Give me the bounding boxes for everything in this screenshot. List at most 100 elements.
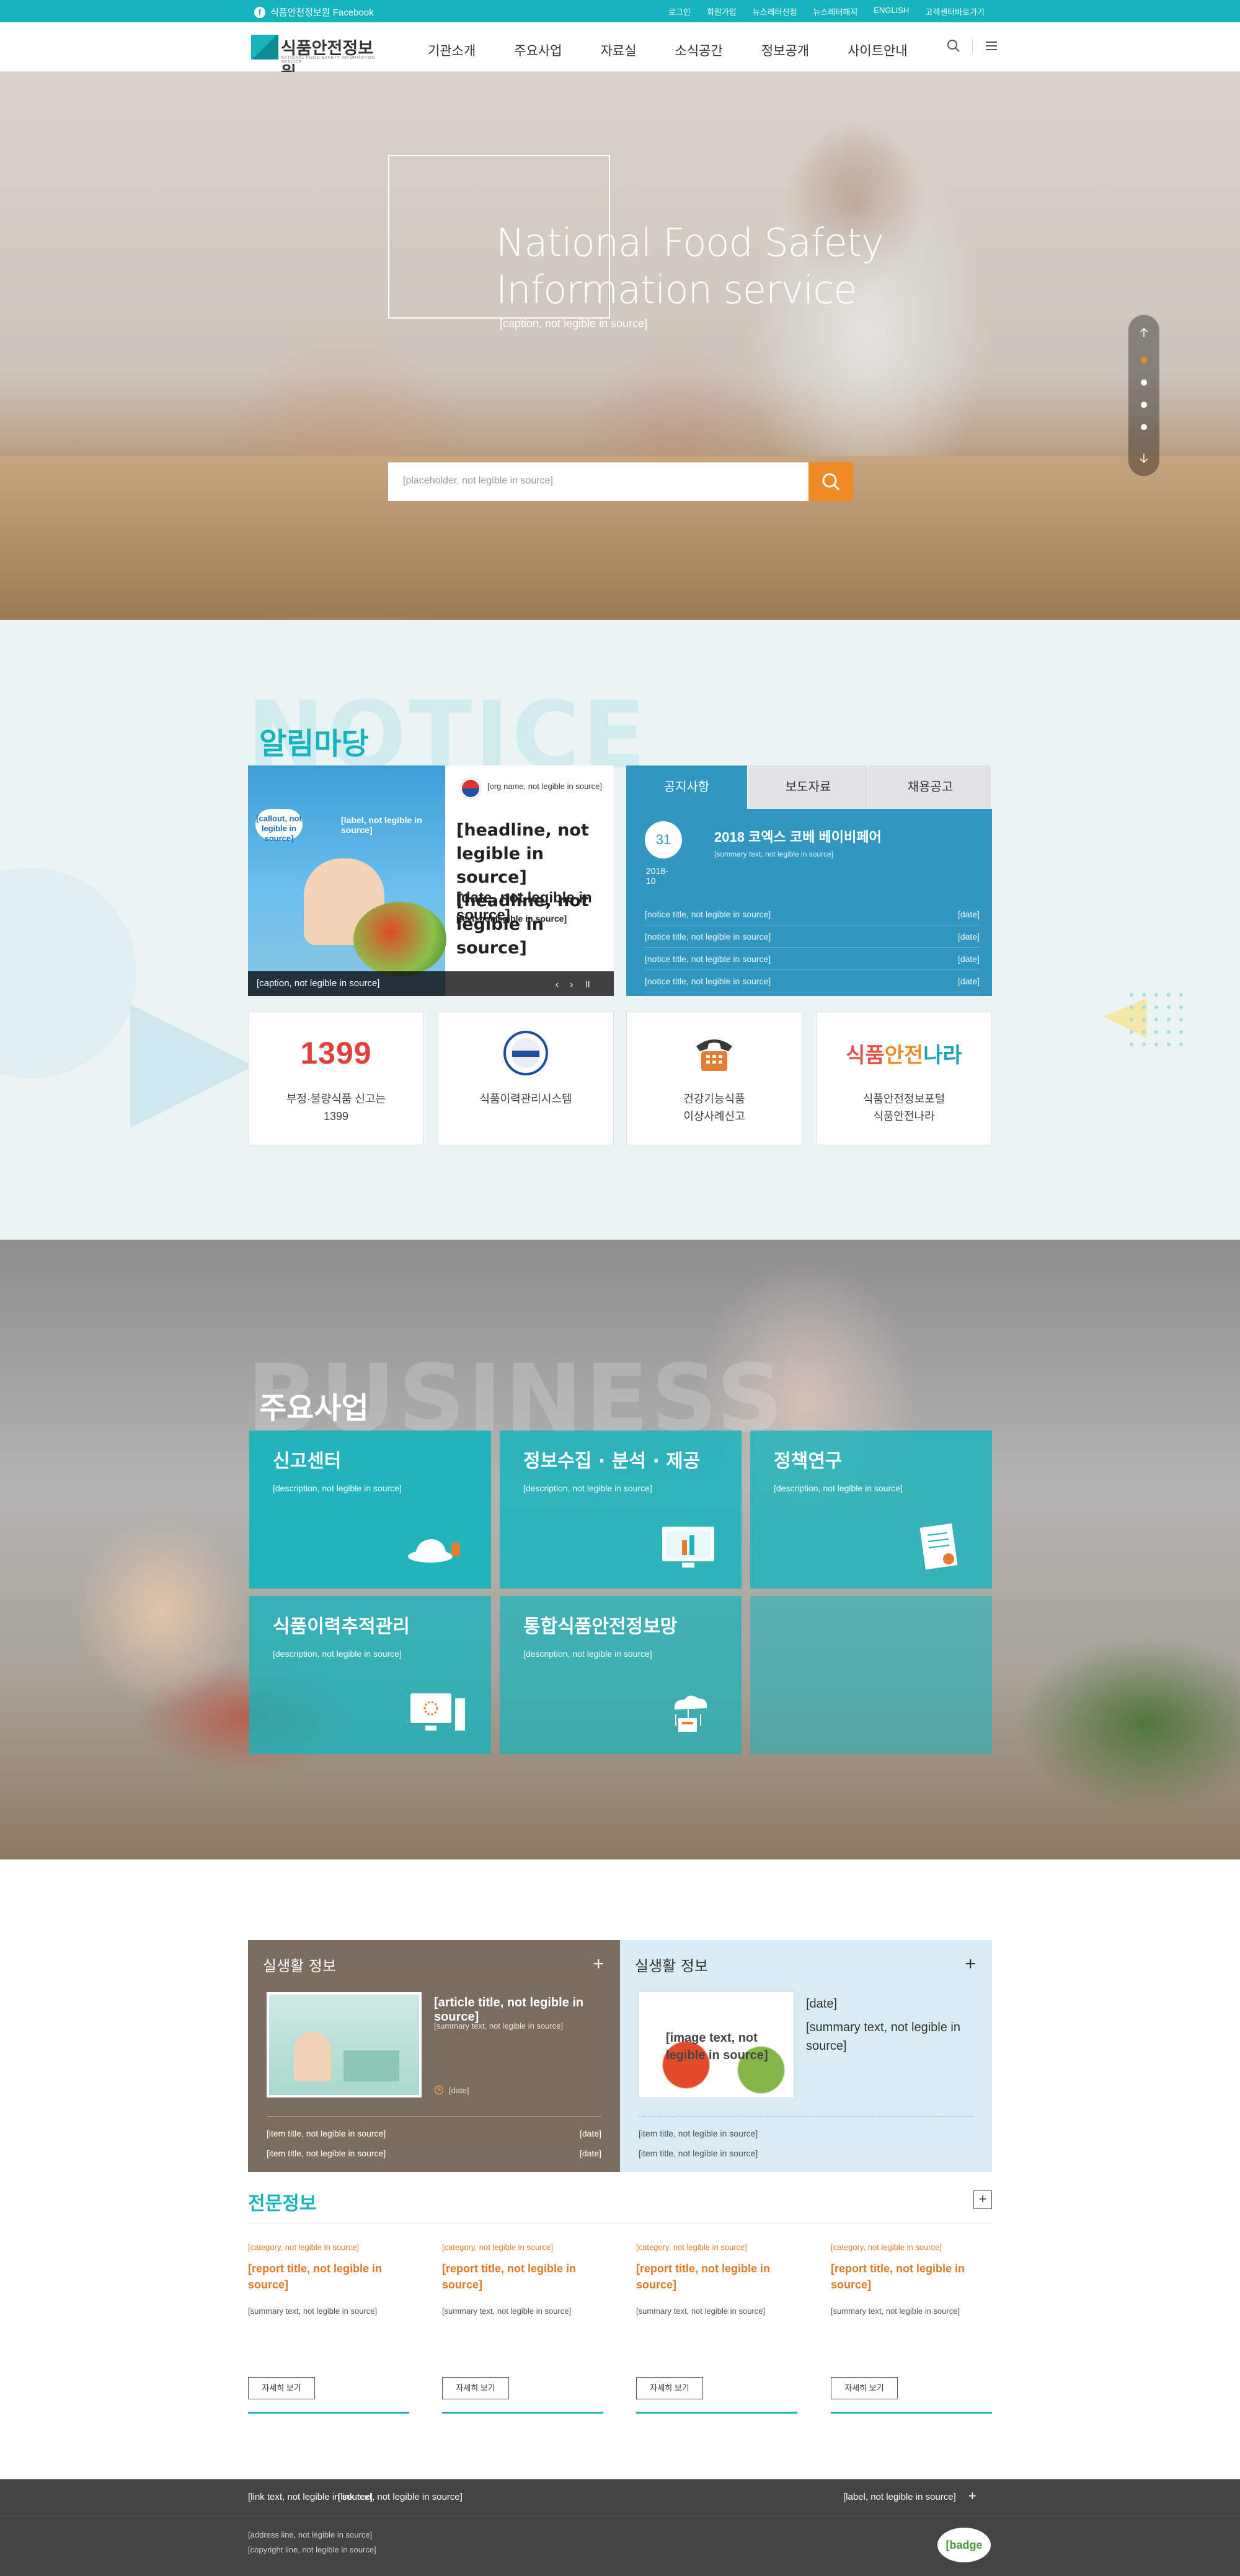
life-thumbnail-2[interactable]: [image text, not legible in source] — [639, 1992, 794, 2097]
business-card-policy[interactable]: 정책연구 [description, not legible in source… — [750, 1431, 992, 1589]
expert-col-4: [category, not legible in source] [repor… — [831, 2243, 992, 2414]
header-divider — [972, 39, 973, 53]
business-card-report-center[interactable]: 신고센터 [description, not legible in source… — [249, 1431, 491, 1589]
prev-arrow-icon[interactable]: ‹ — [556, 979, 570, 990]
expert-item-title[interactable]: [report title, not legible in source] — [636, 2261, 797, 2294]
list-item[interactable]: [item title, not legible in source] — [639, 2128, 758, 2138]
notice-item-date: [date] — [957, 953, 980, 964]
card-desc: [description, not legible in source] — [774, 1483, 903, 1493]
list-item[interactable]: [notice title, not legible in source] [da… — [645, 925, 980, 948]
search-icon[interactable] — [946, 38, 961, 53]
related-sites-select[interactable]: [label, not legible in source] — [843, 2492, 956, 2502]
nav-about[interactable]: 기관소개 — [428, 41, 476, 60]
pause-icon[interactable]: ॥ — [584, 979, 601, 990]
featured-month: 2018-10 — [646, 866, 668, 886]
more-button[interactable]: 자세히 보기 — [831, 2377, 898, 2399]
search-button[interactable] — [808, 462, 853, 501]
card-title: 신고센터 — [273, 1450, 342, 1472]
card-desc: [description, not legible in source] — [273, 1649, 402, 1659]
plus-icon[interactable]: + — [968, 2488, 976, 2504]
banner-caption-bar: [caption, not legible in source] ‹›॥ — [248, 971, 614, 996]
site-logo[interactable]: 식품안전정보원 NATIONAL FOOD SAFETY INFORMATION… — [251, 32, 388, 82]
life2-desc: [summary text, not legible in source] — [806, 2021, 960, 2053]
traceability-logo-icon — [438, 1030, 613, 1077]
hero-search[interactable]: [placeholder, not legible in source] — [388, 462, 853, 501]
menu-icon[interactable] — [984, 38, 999, 53]
more-button[interactable]: 자세히 보기 — [636, 2377, 703, 2399]
footer-link-report[interactable]: [link text, not legible in source] — [338, 2492, 463, 2502]
hero-banner: National Food Safety Information service… — [0, 72, 1240, 620]
nav-business[interactable]: 주요사업 — [514, 41, 562, 60]
notice-item-date: [date] — [957, 931, 980, 942]
business-card-traceability[interactable]: 식품이력추적관리 [description, not legible in so… — [249, 1596, 491, 1754]
more-button[interactable]: 자세히 보기 — [248, 2377, 315, 2399]
divider — [639, 2116, 973, 2117]
more-plus-icon[interactable]: + — [965, 1954, 976, 1975]
banner-controls: ‹›॥ — [556, 977, 601, 990]
nav-archive[interactable]: 자료실 — [601, 41, 637, 60]
pager-dot-3[interactable] — [1141, 402, 1147, 408]
quick-link-foodsafety-korea[interactable]: 식품안전나라 식품안전정보포털 식품안전나라 — [816, 1012, 992, 1145]
tab-recruit[interactable]: 채용공고 — [869, 765, 992, 809]
english-link[interactable]: ENGLISH — [874, 6, 909, 17]
expert-category: [category, not legible in source] — [636, 2243, 747, 2252]
banner-bubble: [callout, not legible in source] — [255, 809, 303, 843]
banner-vegetables — [353, 902, 446, 976]
nav-news[interactable]: 소식공간 — [675, 41, 723, 60]
login-link[interactable]: 로그인 — [668, 6, 691, 17]
list-item[interactable]: [notice title, not legible in source] [da… — [645, 903, 980, 925]
business-title: 주요사업 — [259, 1391, 369, 1426]
banner-desc: [text, not legible in source] — [456, 914, 567, 924]
quick-link-health-report[interactable]: 건강기능식품 이상사례신고 — [626, 1012, 802, 1145]
join-link[interactable]: 회원가입 — [707, 6, 737, 17]
list-item[interactable]: [item title, not legible in source] — [639, 2148, 758, 2158]
next-arrow-icon[interactable]: › — [570, 979, 584, 990]
life-thumbnail[interactable] — [267, 1992, 422, 2097]
expert-item-title[interactable]: [report title, not legible in source] — [248, 2261, 409, 2294]
nav-disclosure[interactable]: 정보공개 — [761, 41, 809, 60]
arrow-up-icon[interactable] — [1137, 326, 1151, 340]
pager-dot-1[interactable] — [1141, 357, 1147, 363]
life-info-title-2: 실생활 정보 — [635, 1957, 709, 1975]
more-button[interactable]: 자세히 보기 — [442, 2377, 509, 2399]
newsletter-unsubscribe-link[interactable]: 뉴스레터해지 — [813, 6, 857, 17]
business-card-info-collect[interactable]: 정보수집 · 분석 · 제공 [description, not legible… — [500, 1431, 742, 1589]
alarm-bell-icon — [408, 1539, 460, 1563]
notice-banner[interactable]: [callout, not legible in source] [label,… — [248, 765, 614, 996]
tab-notice[interactable]: 공지사항 — [626, 765, 748, 809]
customer-center-link[interactable]: 고객센터바로가기 — [925, 6, 985, 17]
pager-dot-2[interactable] — [1141, 379, 1147, 386]
expert-item-title[interactable]: [report title, not legible in source] — [442, 2261, 603, 2294]
banner-org: [org name, not legible in source] — [487, 782, 602, 791]
quick-link-1399[interactable]: 1399 부정·불량식품 신고는 1399 — [248, 1012, 424, 1145]
list-item[interactable]: [notice title, not legible in source] [da… — [645, 970, 980, 992]
banner-headline-1: [headline, not legible in source] — [456, 821, 589, 887]
pager-dot-4[interactable] — [1141, 424, 1147, 430]
expert-category: [category, not legible in source] — [831, 2243, 942, 2252]
underline — [442, 2412, 603, 2414]
more-plus-icon[interactable]: + — [593, 1954, 604, 1975]
document-icon — [919, 1523, 958, 1570]
hero-subtitle: [caption, not legible in source] — [500, 317, 648, 330]
hero-title-line1: National Food Safety — [496, 220, 884, 265]
header-icons — [946, 38, 999, 53]
search-input[interactable]: [placeholder, not legible in source] — [403, 475, 553, 487]
list-item[interactable]: [item title, not legible in source] [date… — [267, 2148, 601, 2158]
facebook-link[interactable]: f 식품안전정보원 Facebook — [254, 6, 374, 19]
expert-item-body: [summary text, not legible in source] — [636, 2306, 766, 2316]
card-desc: [description, not legible in source] — [523, 1649, 652, 1659]
nav-site-guide[interactable]: 사이트안내 — [848, 41, 908, 60]
list-item[interactable]: [item title, not legible in source] [date… — [267, 2128, 601, 2138]
more-plus-icon[interactable]: + — [973, 2190, 992, 2209]
expert-item-title[interactable]: [report title, not legible in source] — [831, 2261, 992, 2294]
arrow-down-icon[interactable] — [1137, 451, 1151, 465]
underline — [248, 2412, 409, 2414]
foodsafety-logo-text: 식품안전나라 — [846, 1043, 962, 1068]
list-item[interactable]: [notice title, not legible in source] [da… — [645, 948, 980, 970]
main-nav: 기관소개 주요사업 자료실 소식공간 정보공개 사이트안내 — [428, 41, 908, 60]
quick-link-traceability[interactable]: 식품이력관리시스템 — [438, 1012, 614, 1145]
tab-press[interactable]: 보도자료 — [748, 765, 869, 809]
life2-date-title[interactable]: [date] — [806, 1997, 837, 2011]
newsletter-subscribe-link[interactable]: 뉴스레터신청 — [753, 6, 797, 17]
business-card-integrated-network[interactable]: 통합식품안전정보망 [description, not legible in s… — [500, 1596, 742, 1754]
